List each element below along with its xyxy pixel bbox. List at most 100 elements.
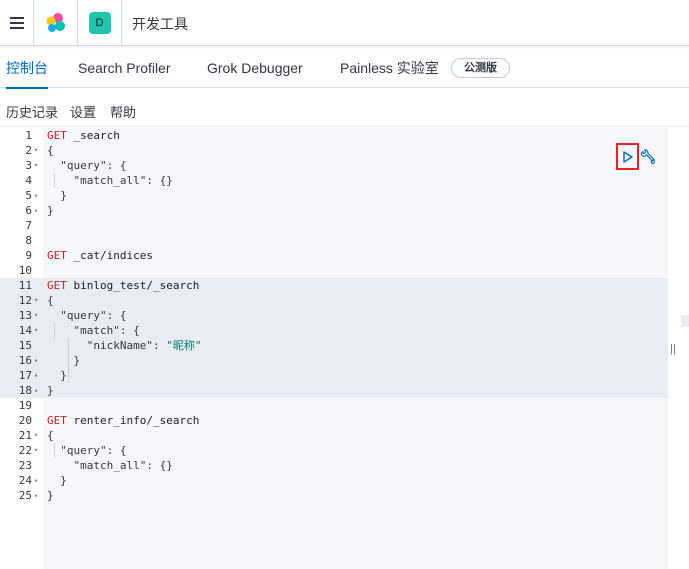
line-number: 18 <box>18 384 32 397</box>
code-line[interactable]: } <box>47 368 67 383</box>
line-number: 3 <box>25 159 32 172</box>
json-punctuation: : { <box>106 309 127 322</box>
line-number: 16 <box>18 354 32 367</box>
request-path: _search <box>66 129 120 142</box>
fold-open-icon[interactable]: ▾ <box>34 428 42 443</box>
json-punctuation: : { <box>106 159 127 172</box>
json-punctuation: : {} <box>146 174 173 187</box>
fold-close-icon[interactable]: ▴ <box>34 383 42 398</box>
code-line[interactable]: GET _cat/indices <box>47 248 153 263</box>
menu-button[interactable] <box>0 0 34 46</box>
json-key: "query" <box>47 159 107 172</box>
line-number: 11 <box>18 279 32 292</box>
line-number: 21 <box>18 429 32 442</box>
code-line[interactable]: { <box>47 293 54 308</box>
fold-open-icon[interactable]: ▾ <box>34 323 42 338</box>
code-line[interactable]: "match": { <box>47 323 140 338</box>
json-key: "nickName" <box>47 339 153 352</box>
line-number: 12 <box>18 294 32 307</box>
indent-guide <box>54 173 55 188</box>
line-number: 13 <box>18 309 32 322</box>
line-number: 20 <box>18 414 32 427</box>
code-line[interactable]: } <box>47 353 80 368</box>
line-number: 19 <box>18 399 32 412</box>
request-settings-button[interactable] <box>640 149 656 165</box>
fold-open-icon[interactable]: ▾ <box>34 158 42 173</box>
request-path: _cat/indices <box>66 249 153 262</box>
json-key: "query" <box>47 309 107 322</box>
fold-close-icon[interactable]: ▴ <box>34 473 42 488</box>
top-header: D 开发工具 <box>0 0 689 46</box>
console-menu: 历史记录 设置 帮助 <box>0 89 689 127</box>
line-number: 17 <box>18 369 32 382</box>
fold-open-icon[interactable]: ▾ <box>34 443 42 458</box>
indent-guide <box>68 338 69 383</box>
line-number: 15 <box>18 339 32 352</box>
code-line[interactable]: "match_all": {} <box>47 173 173 188</box>
fold-open-icon[interactable]: ▾ <box>34 293 42 308</box>
json-punctuation: : {} <box>146 459 173 472</box>
json-key: "match_all" <box>47 459 147 472</box>
line-number: 5 <box>25 189 32 202</box>
request-path: binlog_test/_search <box>66 279 200 292</box>
fold-close-icon[interactable]: ▴ <box>34 353 42 368</box>
line-number: 7 <box>25 219 32 232</box>
line-number: 9 <box>25 249 32 262</box>
fold-open-icon[interactable]: ▾ <box>34 143 42 158</box>
line-number: 2 <box>25 144 32 157</box>
code-line[interactable]: } <box>47 188 67 203</box>
settings-link[interactable]: 设置 <box>70 102 96 121</box>
wrench-icon <box>640 149 655 164</box>
elastic-logo[interactable] <box>34 0 78 46</box>
beta-badge: 公测版 <box>451 58 510 78</box>
line-number: 6 <box>25 204 32 217</box>
request-editor[interactable]: 1 2 ▾ 3 ▾ 4 5 ▴ 6 ▴ 7 8 9 10 11 12 ▾ 13 ▾ 14 ▾ 15 16 ▴ 17 ▴ 18 ▴ 19 2… <box>0 128 668 569</box>
line-number: 4 <box>25 174 32 187</box>
line-number: 22 <box>18 444 32 457</box>
http-method: GET <box>47 129 67 142</box>
indent-guide <box>54 323 55 338</box>
code-line[interactable]: GET _search <box>47 128 120 143</box>
send-request-button[interactable] <box>616 143 639 170</box>
history-link[interactable]: 历史记录 <box>6 102 58 121</box>
line-number: 1 <box>25 129 32 142</box>
code-line[interactable]: "query": { <box>47 158 126 173</box>
space-selector[interactable]: D <box>78 0 122 46</box>
code-line[interactable]: "query": { <box>47 443 126 458</box>
line-number: 14 <box>18 324 32 337</box>
response-pane[interactable] <box>678 128 689 569</box>
code-line[interactable]: "nickName": "昵称" <box>47 338 202 353</box>
code-line[interactable]: "match_all": {} <box>47 458 173 473</box>
tab-search-profiler[interactable]: Search Profiler <box>78 48 171 88</box>
code-line[interactable]: } <box>47 488 54 503</box>
line-number: 10 <box>18 264 32 277</box>
fold-open-icon[interactable]: ▾ <box>34 308 42 323</box>
code-line[interactable]: "query": { <box>47 308 126 323</box>
tab-console[interactable]: 控制台 <box>6 48 48 89</box>
fold-close-icon[interactable]: ▴ <box>34 188 42 203</box>
fold-close-icon[interactable]: ▴ <box>34 203 42 218</box>
fold-close-icon[interactable]: ▴ <box>34 368 42 383</box>
help-link[interactable]: 帮助 <box>110 102 136 121</box>
code-line[interactable]: GET renter_info/_search <box>47 413 199 428</box>
http-method: GET <box>47 279 67 292</box>
tab-bar: 控制台 Search Profiler Grok Debugger Painle… <box>0 48 689 89</box>
json-punctuation: : { <box>119 324 140 337</box>
line-number: 24 <box>18 474 32 487</box>
tab-grok-debugger[interactable]: Grok Debugger <box>207 48 303 88</box>
request-path: renter_info/_search <box>66 414 200 427</box>
json-key: "query" <box>47 444 107 457</box>
indent-guide <box>54 443 55 458</box>
tab-painless-lab[interactable]: Painless 实验室 <box>340 48 439 88</box>
elastic-logo-icon <box>46 13 65 32</box>
code-line[interactable]: { <box>47 428 54 443</box>
panel-resizer[interactable]: || <box>668 128 678 569</box>
code-line[interactable]: { <box>47 143 54 158</box>
code-line[interactable]: } <box>47 203 54 218</box>
code-line[interactable]: GET binlog_test/_search <box>47 278 199 293</box>
code-line[interactable]: } <box>47 383 54 398</box>
code-line[interactable]: } <box>47 473 67 488</box>
json-key: "match_all" <box>47 174 147 187</box>
http-method: GET <box>47 414 67 427</box>
fold-close-icon[interactable]: ▴ <box>34 488 42 503</box>
